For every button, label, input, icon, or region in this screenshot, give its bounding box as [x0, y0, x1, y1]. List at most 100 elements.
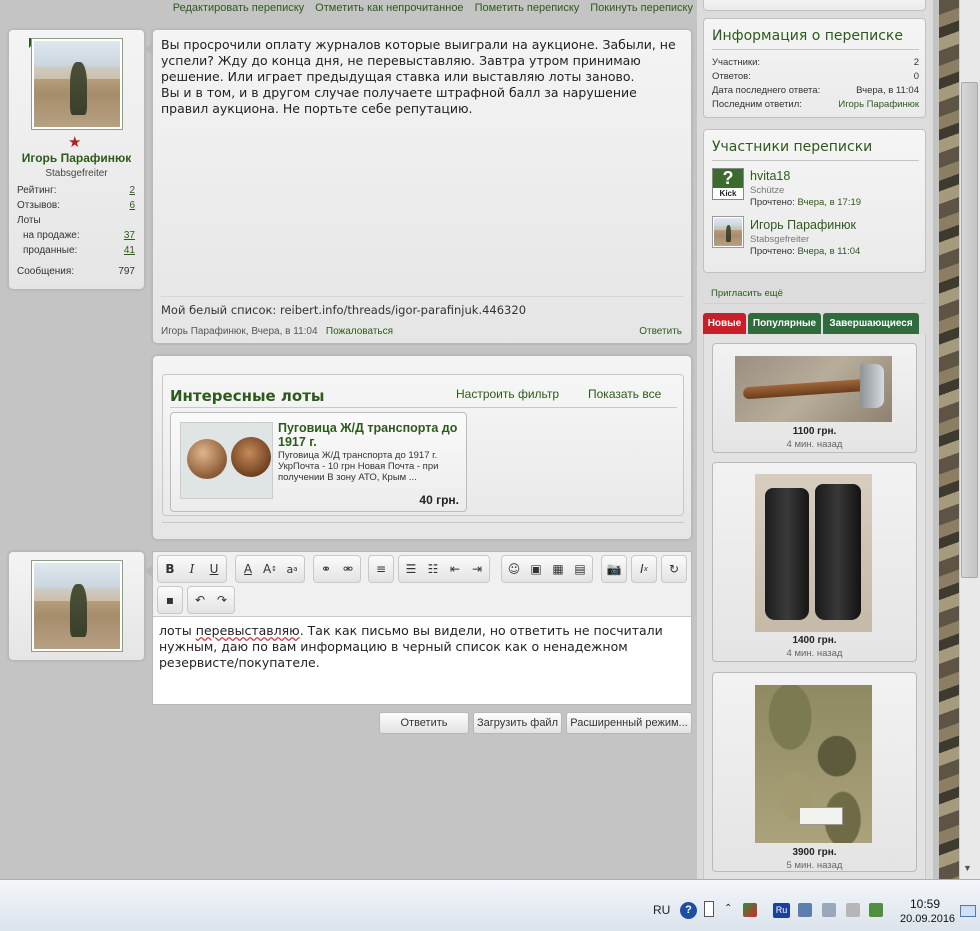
- show-all-link[interactable]: Показать все: [588, 387, 661, 401]
- editor-text-before: лоты: [159, 623, 196, 638]
- text-color-icon[interactable]: A: [238, 559, 258, 579]
- volume-icon[interactable]: [869, 903, 883, 917]
- editor-textarea[interactable]: лоты перевыставляю. Так как письмо вы ви…: [153, 616, 691, 704]
- side-lot-card[interactable]: 1400 грн. 4 мин. назад: [712, 462, 917, 662]
- upload-file-button[interactable]: Загрузить файл: [473, 712, 562, 734]
- tab-popular[interactable]: Популярные: [748, 313, 821, 334]
- sold-value[interactable]: 41: [124, 245, 135, 256]
- on-sale-value[interactable]: 37: [124, 230, 135, 241]
- link-group: ⚭ ⚮: [313, 555, 361, 583]
- outdent-icon[interactable]: ⇤: [445, 559, 465, 579]
- show-desktop-icon[interactable]: [960, 905, 976, 917]
- reply-button[interactable]: Ответить: [379, 712, 469, 734]
- link-icon[interactable]: ⚭: [316, 559, 336, 579]
- reviews-label: Отзывов:: [17, 200, 60, 211]
- lot-image-camo[interactable]: [755, 685, 872, 843]
- message-bubble: Вы просрочили оплату журналов которые вы…: [145, 29, 692, 344]
- filter-link[interactable]: Настроить фильтр: [456, 387, 559, 401]
- underline-icon[interactable]: U: [204, 559, 224, 579]
- invite-link[interactable]: Пригласить ещё: [711, 288, 783, 299]
- camera-icon[interactable]: 📷: [604, 559, 624, 579]
- meta-author[interactable]: Игорь Парафинюк,: [161, 326, 249, 337]
- tag-conversation-link[interactable]: Пометить переписку: [475, 2, 580, 14]
- conversation-info-panel: Информация о переписке Участники: 2 Ответ…: [703, 18, 926, 118]
- author-card: ★ Игорь Парафинюк Stabsgefreiter Рейтинг…: [8, 29, 145, 290]
- axe-handle-icon: [742, 378, 872, 400]
- my-avatar-card: [8, 551, 145, 661]
- unlink-icon[interactable]: ⚮: [338, 559, 358, 579]
- kick-badge: Kick: [713, 188, 743, 199]
- lot-title[interactable]: Пуговица Ж/Д транспорта до 1917 г.: [278, 421, 463, 449]
- reviews-value[interactable]: 6: [129, 200, 135, 211]
- clock-time[interactable]: 10:59: [910, 897, 940, 911]
- question-icon: ?: [722, 168, 734, 188]
- insert-group: ☺ ▣ ▦ ▤: [501, 555, 593, 583]
- side-lot-card[interactable]: 3900 грн. 5 мин. назад: [712, 672, 917, 872]
- my-avatar[interactable]: [31, 560, 123, 652]
- participant-avatar[interactable]: [712, 216, 744, 248]
- participant-read: Прочтено: Вчера, в 11:04: [750, 246, 861, 257]
- rating-value[interactable]: 2: [129, 185, 135, 196]
- font-family-icon[interactable]: aa: [282, 559, 302, 579]
- restore-draft-icon[interactable]: ↻: [664, 559, 684, 579]
- remove-format-icon[interactable]: Ix: [634, 559, 654, 579]
- side-lot-price: 3900 грн.: [792, 847, 837, 858]
- tray-expand-icon[interactable]: ⌃: [724, 903, 732, 914]
- tab-ending[interactable]: Завершающиеся: [823, 313, 919, 334]
- meta-date[interactable]: Вчера, в 11:04: [251, 326, 317, 337]
- signature[interactable]: Мой белый список: reibert.info/threads/i…: [161, 303, 526, 317]
- edit-conversation-link[interactable]: Редактировать переписку: [173, 2, 304, 14]
- participants-divider: [712, 160, 919, 161]
- media-icon[interactable]: ▦: [548, 559, 568, 579]
- security-icon[interactable]: [822, 903, 836, 917]
- leave-conversation-link[interactable]: Покинуть переписку: [590, 2, 693, 14]
- italic-icon[interactable]: I: [182, 559, 202, 579]
- side-lot-card[interactable]: 1100 грн. 4 мин. назад: [712, 343, 917, 453]
- report-link[interactable]: Пожаловаться: [326, 326, 393, 337]
- redo-icon[interactable]: ↷: [212, 590, 232, 610]
- numbered-list-icon[interactable]: ☷: [423, 559, 443, 579]
- image-icon[interactable]: ▣: [526, 559, 546, 579]
- smiley-icon[interactable]: ☺: [504, 559, 524, 579]
- lot-image-boots[interactable]: [755, 474, 872, 632]
- tab-new[interactable]: Новые: [703, 313, 746, 334]
- help-icon[interactable]: ?: [680, 902, 697, 919]
- network-icon[interactable]: [798, 903, 812, 917]
- advanced-mode-button[interactable]: Расширенный режим...: [566, 712, 692, 734]
- scrollbar-thumb[interactable]: [961, 82, 978, 578]
- last-by-value[interactable]: Игорь Парафинюк: [838, 99, 919, 110]
- taskbar-lang[interactable]: RU: [653, 903, 670, 917]
- undo-icon[interactable]: ↶: [190, 590, 210, 610]
- lot-image-axe[interactable]: [735, 356, 892, 422]
- bullet-list-icon[interactable]: ☰: [401, 559, 421, 579]
- author-avatar[interactable]: [31, 38, 123, 130]
- message-meta: Игорь Парафинюк, Вчера, в 11:04 Пожалова…: [161, 326, 393, 337]
- clock-date[interactable]: 20.09.2016: [900, 913, 955, 925]
- reply-link[interactable]: Ответить: [639, 326, 682, 337]
- align-left-icon[interactable]: ≡: [371, 559, 391, 579]
- participant-name[interactable]: hvita18: [750, 169, 790, 183]
- participant-avatar[interactable]: ? Kick: [712, 168, 744, 200]
- scroll-down-arrow-icon[interactable]: ▼: [963, 863, 972, 873]
- lot-image[interactable]: [180, 422, 273, 499]
- format-group: B I U: [157, 555, 227, 583]
- participant-name[interactable]: Игорь Парафинюк: [750, 218, 856, 232]
- boot-left-icon: [765, 488, 809, 620]
- interesting-lots-box: Интересные лоты Настроить фильтр Показат…: [162, 374, 684, 516]
- ru-layout-icon[interactable]: Ru: [773, 903, 790, 918]
- indent-icon[interactable]: ⇥: [467, 559, 487, 579]
- camo-border: [939, 0, 959, 879]
- lot-item[interactable]: Пуговица Ж/Д транспорта до 1917 г. Пугов…: [170, 412, 467, 512]
- save-draft-icon[interactable]: ▪: [160, 590, 180, 610]
- antivirus-icon[interactable]: [743, 903, 757, 917]
- font-size-icon[interactable]: A ↕: [260, 559, 280, 579]
- info-rows: Участники: 2 Ответов: 0 Дата последнего от…: [712, 55, 919, 111]
- author-stats: Рейтинг: 2 Отзывов: 6 Лоты на продаже: 37 п…: [17, 183, 135, 279]
- author-name[interactable]: Игорь Парафинюк: [9, 151, 144, 165]
- device-icon[interactable]: [846, 903, 860, 917]
- mark-unread-link[interactable]: Отметить как непрочитанное: [315, 2, 463, 14]
- bold-icon[interactable]: B: [160, 559, 180, 579]
- keyboard-icon[interactable]: [704, 901, 714, 917]
- quote-icon[interactable]: ▤: [570, 559, 590, 579]
- panel-divider: [162, 522, 684, 523]
